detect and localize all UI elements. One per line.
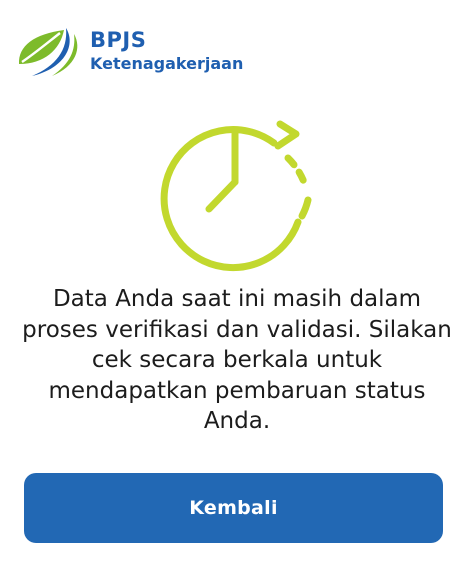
back-button[interactable]: Kembali: [24, 473, 443, 543]
verification-pending-screen: BPJS Ketenagakerjaan Data Anda saat ini …: [0, 0, 474, 564]
brand-name: BPJS: [90, 28, 147, 52]
clock-refresh-icon: [160, 120, 312, 272]
bpjs-logo-icon: [18, 28, 78, 76]
verification-message: Data Anda saat ini masih dalam proses ve…: [22, 286, 452, 434]
bpjs-logo: BPJS Ketenagakerjaan: [16, 24, 243, 78]
brand-subtitle: Ketenagakerjaan: [90, 54, 244, 73]
